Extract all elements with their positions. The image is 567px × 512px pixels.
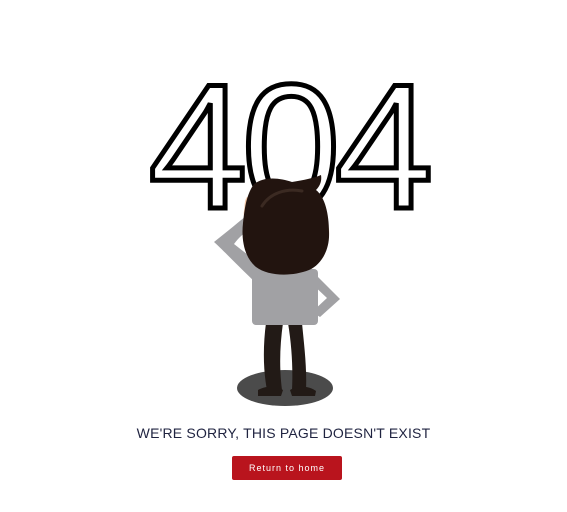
floor-shadow bbox=[237, 370, 333, 406]
return-home-button[interactable]: Return to home bbox=[232, 456, 342, 480]
error-page: 404 WE'RE SORRY, THIS PAGE DOESN'T EXIST… bbox=[0, 0, 567, 512]
left-leg bbox=[263, 323, 283, 390]
404-illustration: 404 bbox=[146, 45, 437, 406]
shirt bbox=[252, 269, 318, 325]
error-message: WE'RE SORRY, THIS PAGE DOESN'T EXIST bbox=[136, 425, 431, 441]
